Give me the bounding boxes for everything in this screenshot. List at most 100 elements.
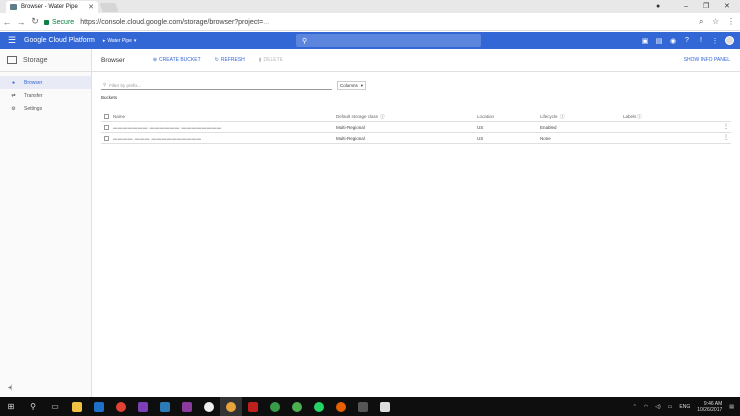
select-all-checkbox[interactable]: [104, 114, 109, 119]
delete-button[interactable]: ▮ DELETE: [259, 57, 283, 63]
chat-icon[interactable]: ◉: [669, 37, 677, 45]
clock[interactable]: 9:46 AM 10/26/2017: [697, 401, 722, 413]
whatsapp-icon[interactable]: [308, 397, 330, 416]
table-row: ▬▬▬▬ ▬▬▬ ▬▬▬▬▬▬▬▬▬▬ Multi-Regional US No…: [101, 133, 731, 144]
back-icon[interactable]: ←: [0, 17, 14, 27]
transfer-icon: ⇄: [11, 92, 16, 99]
notifications-icon[interactable]: !: [697, 37, 705, 45]
lifecycle[interactable]: Enabled: [540, 122, 557, 133]
photos-icon[interactable]: [374, 397, 396, 416]
gift-icon[interactable]: ▣: [641, 37, 649, 45]
add-icon: ⊕: [152, 57, 158, 63]
app-icon[interactable]: [154, 397, 176, 416]
clock-date: 10/26/2017: [697, 406, 723, 413]
hamburger-menu-icon[interactable]: ☰: [0, 35, 24, 46]
header-storage-class[interactable]: Default storage class: [336, 111, 378, 122]
table-row: ▬▬▬▬▬▬▬ ▬▬▬▬▬▬ ▬▬▬▬▬▬▬▬ Multi-Regional U…: [101, 122, 731, 133]
storage-class: Multi-Regional: [336, 125, 365, 130]
forward-icon[interactable]: →: [14, 17, 28, 27]
url-text: https://console.cloud.google.com/storage…: [80, 18, 264, 26]
sidebar-item-transfer[interactable]: ⇄ Transfer: [0, 89, 91, 102]
app-icon[interactable]: [286, 397, 308, 416]
chevron-down-icon: ▾: [360, 82, 364, 88]
trash-icon: ▮: [258, 57, 262, 63]
bucket-name-link[interactable]: ▬▬▬▬ ▬▬▬ ▬▬▬▬▬▬▬▬▬▬: [113, 133, 202, 144]
chrome-active-icon[interactable]: [220, 397, 242, 416]
project-selector[interactable]: ▸ Water Pipe ▾: [103, 38, 137, 44]
sidebar-item-settings[interactable]: ⚙ Settings: [0, 102, 91, 115]
tab-title: Browser - Water Pipe: [21, 4, 78, 10]
address-bar[interactable]: Secure https://console.cloud.google.com/…: [44, 15, 690, 29]
help-icon: ⓘ: [560, 114, 565, 119]
restore-icon[interactable]: ❐: [703, 0, 709, 13]
avatar[interactable]: [725, 36, 734, 45]
zoom-search-icon[interactable]: ⌕: [699, 13, 703, 31]
bucket-name-link[interactable]: ▬▬▬▬▬▬▬ ▬▬▬▬▬▬ ▬▬▬▬▬▬▬▬: [113, 122, 222, 133]
secure-indicator[interactable]: Secure: [44, 19, 74, 26]
search-icon[interactable]: ⚲: [22, 397, 44, 416]
header-location[interactable]: Location: [477, 111, 494, 122]
reload-icon[interactable]: ↻: [28, 16, 42, 27]
browser-tab-bar: Browser - Water Pipe ✕ ● – ❐ ✕: [0, 0, 740, 13]
volume-icon[interactable]: ◁): [655, 404, 661, 410]
row-checkbox[interactable]: [104, 136, 109, 141]
browser-menu-icon[interactable]: ⋮: [727, 13, 735, 31]
tab-close-icon[interactable]: ✕: [88, 3, 94, 11]
create-bucket-button[interactable]: ⊕ CREATE BUCKET: [153, 57, 201, 63]
header-lifecycle[interactable]: Lifecycle: [540, 111, 558, 122]
filter-input[interactable]: ⚲ Filter by prefix...: [101, 81, 332, 90]
search-bar[interactable]: ⚲: [296, 34, 481, 47]
columns-dropdown[interactable]: Columns ▾: [337, 81, 366, 90]
outlook-icon[interactable]: [88, 397, 110, 416]
row-menu-icon[interactable]: ⋮: [723, 122, 729, 133]
app-icon[interactable]: [198, 397, 220, 416]
visual-studio-icon[interactable]: [132, 397, 154, 416]
onenote-icon[interactable]: [176, 397, 198, 416]
bookmark-star-icon[interactable]: ☆: [712, 13, 719, 31]
minimize-icon[interactable]: –: [684, 0, 688, 13]
acrobat-icon[interactable]: [242, 397, 264, 416]
secure-label: Secure: [52, 18, 75, 26]
header-name[interactable]: Name: [113, 111, 125, 122]
wifi-icon[interactable]: ◠: [644, 404, 648, 410]
video-editor-icon[interactable]: [352, 397, 374, 416]
tray-chevron-up-icon[interactable]: ⌃: [633, 404, 637, 410]
cloud-shell-icon[interactable]: ▤: [655, 37, 663, 45]
help-icon: ⓘ: [380, 114, 385, 119]
lock-icon: [44, 19, 49, 25]
task-view-icon[interactable]: ▭: [44, 397, 66, 416]
storage-icon: [7, 56, 17, 64]
brand-title[interactable]: Google Cloud Platform: [24, 37, 95, 44]
notifications-icon[interactable]: ▤: [729, 404, 734, 410]
chevron-down-icon: ▾: [133, 37, 137, 44]
gear-icon: ⚙: [11, 105, 16, 112]
file-explorer-icon[interactable]: [66, 397, 88, 416]
window-close-icon[interactable]: ✕: [724, 0, 730, 13]
refresh-icon: ↻: [214, 57, 219, 63]
browser-tab[interactable]: Browser - Water Pipe ✕: [6, 1, 98, 13]
sidebar-item-label: Transfer: [24, 92, 43, 99]
windows-start-icon[interactable]: ⊞: [0, 397, 22, 416]
keyboard-icon[interactable]: ▭: [668, 404, 673, 410]
firefox-icon[interactable]: [330, 397, 352, 416]
project-dot-icon: ▸: [102, 37, 106, 44]
show-info-panel-button[interactable]: SHOW INFO PANEL: [684, 57, 730, 63]
filter-icon: ⚲: [103, 82, 107, 87]
buckets-label: Buckets: [101, 95, 118, 100]
header-labels[interactable]: Labels: [623, 111, 636, 122]
row-checkbox[interactable]: [104, 125, 109, 130]
sidebar-item-browser[interactable]: ● Browser: [0, 76, 91, 89]
collapse-sidebar-icon[interactable]: ◂|: [8, 384, 13, 391]
language-indicator[interactable]: ENG: [679, 404, 690, 410]
taskbar: ⊞ ⚲ ▭ ⌃ ◠ ◁) ▭ ENG 9:46 AM 10/26/2017 ▤: [0, 397, 740, 416]
lifecycle[interactable]: None: [540, 133, 551, 144]
chrome-icon[interactable]: [110, 397, 132, 416]
app-icon[interactable]: [264, 397, 286, 416]
more-icon[interactable]: ⋮: [711, 37, 719, 45]
new-tab-button[interactable]: [99, 3, 119, 12]
system-tray: ⌃ ◠ ◁) ▭ ENG 9:46 AM 10/26/2017 ▤: [633, 397, 734, 416]
refresh-button[interactable]: ↻ REFRESH: [215, 57, 245, 63]
help-icon[interactable]: ?: [683, 37, 691, 45]
profile-icon[interactable]: ●: [656, 0, 660, 13]
row-menu-icon[interactable]: ⋮: [723, 133, 729, 144]
